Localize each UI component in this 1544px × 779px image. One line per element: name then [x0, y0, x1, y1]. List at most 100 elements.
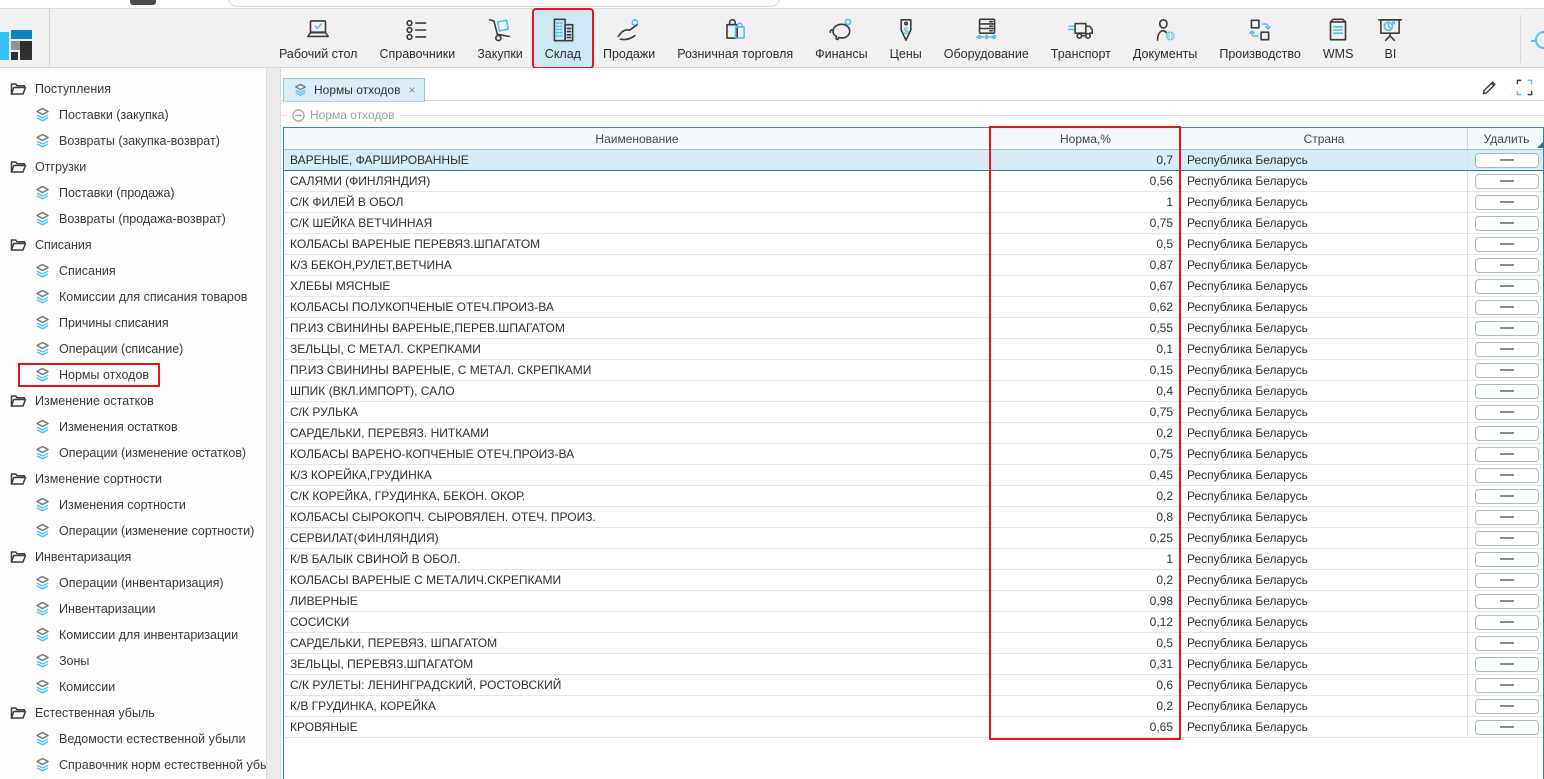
collapse-minus-icon[interactable] [292, 109, 305, 122]
ХЛЕБЫ МЯСНЫЕ[interactable]: ХЛЕБЫ МЯСНЫЕ 0,67 Республика Беларусь [284, 276, 1543, 297]
ВАРЕНЫЕ, ФАРШИРОВАННЫЕ[interactable]: ВАРЕНЫЕ, ФАРШИРОВАННЫЕ 0,7 Республика Бе… [284, 150, 1543, 171]
delete-row-button[interactable] [1475, 510, 1539, 525]
nav-purchases[interactable]: Закупки [466, 10, 534, 67]
К/В БАЛЫК СВИНОЙ В ОБОЛ.[interactable]: К/В БАЛЫК СВИНОЙ В ОБОЛ. 1 Республика Бе… [284, 549, 1543, 570]
delete-row-button[interactable] [1475, 195, 1539, 210]
nav-sales[interactable]: Продажи [592, 10, 666, 67]
sidebar-group-postupleniya[interactable]: Поступления [0, 76, 266, 102]
delete-row-button[interactable] [1475, 594, 1539, 609]
ЛИВЕРНЫЕ[interactable]: ЛИВЕРНЫЕ 0,98 Республика Беларусь [284, 591, 1543, 612]
С/К РУЛЕТЫ: ЛЕНИНГРАДСКИЙ, РОСТОВСКИЙ[interactable]: С/К РУЛЕТЫ: ЛЕНИНГРАДСКИЙ, РОСТОВСКИЙ 0,… [284, 675, 1543, 696]
nav-warehouse[interactable]: Склад [534, 10, 592, 67]
sidebar-group-estestvennaya-ubyl[interactable]: Естественная убыль [0, 700, 266, 726]
delete-row-button[interactable] [1475, 342, 1539, 357]
assistant-partial-icon[interactable] [1535, 31, 1544, 49]
ШПИК (ВКЛ.ИМПОРТ), САЛО[interactable]: ШПИК (ВКЛ.ИМПОРТ), САЛО 0,4 Республика Б… [284, 381, 1543, 402]
delete-row-button[interactable] [1475, 489, 1539, 504]
column-header-name[interactable]: Наименование [284, 128, 991, 149]
КОЛБАСЫ ПОЛУКОПЧЕНЫЕ ОТЕЧ.ПРОИЗ-ВА[interactable]: КОЛБАСЫ ПОЛУКОПЧЕНЫЕ ОТЕЧ.ПРОИЗ-ВА 0,62 … [284, 297, 1543, 318]
К/З БЕКОН,РУЛЕТ,ВЕТЧИНА[interactable]: К/З БЕКОН,РУЛЕТ,ВЕТЧИНА 0,87 Республика … [284, 255, 1543, 276]
С/К ШЕЙКА ВЕТЧИННАЯ[interactable]: С/К ШЕЙКА ВЕТЧИННАЯ 0,75 Республика Бела… [284, 213, 1543, 234]
sidebar-item-komissii-spisaniya[interactable]: Комиссии для списания товаров [0, 284, 266, 310]
sidebar-group-otgruzki[interactable]: Отгрузки [0, 154, 266, 180]
sidebar-group-inventarizaciya[interactable]: Инвентаризация [0, 544, 266, 570]
nav-production[interactable]: Производство [1208, 10, 1312, 67]
nav-finance[interactable]: Финансы [804, 10, 878, 67]
nav-directories[interactable]: Справочники [368, 10, 466, 67]
sidebar-splitter[interactable] [266, 68, 281, 779]
КОЛБАСЫ ВАРЕНО-КОПЧЕНЫЕ ОТЕЧ.ПРОИЗ-ВА[interactable]: КОЛБАСЫ ВАРЕНО-КОПЧЕНЫЕ ОТЕЧ.ПРОИЗ-ВА 0,… [284, 444, 1543, 465]
column-header-norm[interactable]: Норма,% [991, 128, 1181, 149]
delete-row-button[interactable] [1475, 720, 1539, 735]
КОЛБАСЫ СЫРОКОПЧ. СЫРОВЯЛЕН. ОТЕЧ. ПРОИЗ.[interactable]: КОЛБАСЫ СЫРОКОПЧ. СЫРОВЯЛЕН. ОТЕЧ. ПРОИЗ… [284, 507, 1543, 528]
delete-row-button[interactable] [1475, 384, 1539, 399]
nav-wms[interactable]: WMS [1312, 10, 1365, 67]
delete-row-button[interactable] [1475, 426, 1539, 441]
С/К ФИЛЕЙ В ОБОЛ[interactable]: С/К ФИЛЕЙ В ОБОЛ 1 Республика Беларусь [284, 192, 1543, 213]
С/К КОРЕЙКА, ГРУДИНКА, БЕКОН. ОКОР.[interactable]: С/К КОРЕЙКА, ГРУДИНКА, БЕКОН. ОКОР. 0,2 … [284, 486, 1543, 507]
delete-row-button[interactable] [1475, 258, 1539, 273]
delete-row-button[interactable] [1475, 447, 1539, 462]
sidebar-item-izmeneniya-sortnosti[interactable]: Изменения сортности [0, 492, 266, 518]
delete-row-button[interactable] [1475, 321, 1539, 336]
edit-pencil-icon[interactable] [1480, 78, 1499, 97]
С/К РУЛЬКА[interactable]: С/К РУЛЬКА 0,75 Республика Беларусь [284, 402, 1543, 423]
САЛЯМИ (ФИНЛЯНДИЯ)[interactable]: САЛЯМИ (ФИНЛЯНДИЯ) 0,56 Республика Белар… [284, 171, 1543, 192]
nav-transport[interactable]: Транспорт [1040, 10, 1122, 67]
sidebar-item-izmeneniya-ostatkov[interactable]: Изменения остатков [0, 414, 266, 440]
delete-row-button[interactable] [1475, 468, 1539, 483]
ЗЕЛЬЦЫ, С МЕТАЛ. СКРЕПКАМИ[interactable]: ЗЕЛЬЦЫ, С МЕТАЛ. СКРЕПКАМИ 0,1 Республик… [284, 339, 1543, 360]
СЕРВИЛАТ(ФИНЛЯНДИЯ)[interactable]: СЕРВИЛАТ(ФИНЛЯНДИЯ) 0,25 Республика Бела… [284, 528, 1543, 549]
СОСИСКИ[interactable]: СОСИСКИ 0,12 Республика Беларусь [284, 612, 1543, 633]
sidebar-item-komissii[interactable]: Комиссии [0, 674, 266, 700]
delete-row-button[interactable] [1475, 216, 1539, 231]
sidebar-item-komissii-inventarizacii[interactable]: Комиссии для инвентаризации [0, 622, 266, 648]
ПР.ИЗ СВИНИНЫ ВАРЕНЫЕ,ПЕРЕВ.ШПАГАТОМ[interactable]: ПР.ИЗ СВИНИНЫ ВАРЕНЫЕ,ПЕРЕВ.ШПАГАТОМ 0,5… [284, 318, 1543, 339]
sidebar-item-operacii-spisanie[interactable]: Операции (списание) [0, 336, 266, 362]
delete-row-button[interactable] [1475, 678, 1539, 693]
sidebar-item-normy-othodov[interactable]: Нормы отходов [0, 362, 266, 388]
ПР.ИЗ СВИНИНЫ ВАРЕНЫЕ, С МЕТАЛ. СКРЕПКАМИ[interactable]: ПР.ИЗ СВИНИНЫ ВАРЕНЫЕ, С МЕТАЛ. СКРЕПКАМ… [284, 360, 1543, 381]
sidebar-item-operacii-inventarizaciya[interactable]: Операции (инвентаризация) [0, 570, 266, 596]
tab-close-icon[interactable]: × [408, 83, 415, 97]
sidebar-item-postavki-prodazha[interactable]: Поставки (продажа) [0, 180, 266, 206]
sidebar-item-spisaniya[interactable]: Списания [0, 258, 266, 284]
КРОВЯНЫЕ[interactable]: КРОВЯНЫЕ 0,65 Республика Беларусь [284, 717, 1543, 738]
САРДЕЛЬКИ, ПЕРЕВЯЗ. НИТКАМИ[interactable]: САРДЕЛЬКИ, ПЕРЕВЯЗ. НИТКАМИ 0,2 Республи… [284, 423, 1543, 444]
sidebar-item-operacii-sortnost[interactable]: Операции (изменение сортности) [0, 518, 266, 544]
delete-row-button[interactable] [1475, 552, 1539, 567]
maximize-icon[interactable] [1515, 78, 1534, 97]
delete-row-button[interactable] [1475, 405, 1539, 420]
sidebar-item-zony[interactable]: Зоны [0, 648, 266, 674]
sidebar-item-vedomosti-ubyli[interactable]: Ведомости естественной убыли [0, 726, 266, 752]
КОЛБАСЫ ВАРЕНЫЕ ПЕРЕВЯЗ.ШПАГАТОМ[interactable]: КОЛБАСЫ ВАРЕНЫЕ ПЕРЕВЯЗ.ШПАГАТОМ 0,5 Рес… [284, 234, 1543, 255]
delete-row-button[interactable] [1475, 531, 1539, 546]
sidebar-item-spravochnik-norm-ubyli[interactable]: Справочник норм естественной убыли [0, 752, 266, 778]
sidebar-item-inventarizacii[interactable]: Инвентаризации [0, 596, 266, 622]
САРДЕЛЬКИ, ПЕРЕВЯЗ. ШПАГАТОМ[interactable]: САРДЕЛЬКИ, ПЕРЕВЯЗ. ШПАГАТОМ 0,5 Республ… [284, 633, 1543, 654]
delete-row-button[interactable] [1475, 279, 1539, 294]
sidebar-item-operacii-ostatki[interactable]: Операции (изменение остатков) [0, 440, 266, 466]
К/З КОРЕЙКА,ГРУДИНКА[interactable]: К/З КОРЕЙКА,ГРУДИНКА 0,45 Республика Бел… [284, 465, 1543, 486]
nav-desktop[interactable]: Рабочий стол [268, 10, 368, 67]
sidebar-group-izmenenie-ostatkov[interactable]: Изменение остатков [0, 388, 266, 414]
column-header-country[interactable]: Страна [1181, 128, 1468, 149]
sidebar-group-spisaniya[interactable]: Списания [0, 232, 266, 258]
nav-retail[interactable]: Розничная торговля [666, 10, 804, 67]
tab-normy-othodov[interactable]: Нормы отходов × [283, 78, 425, 102]
delete-row-button[interactable] [1475, 657, 1539, 672]
nav-equipment[interactable]: Оборудование [933, 10, 1040, 67]
delete-row-button[interactable] [1475, 636, 1539, 651]
КОЛБАСЫ ВАРЕНЫЕ С МЕТАЛИЧ.СКРЕПКАМИ[interactable]: КОЛБАСЫ ВАРЕНЫЕ С МЕТАЛИЧ.СКРЕПКАМИ 0,2 … [284, 570, 1543, 591]
delete-row-button[interactable] [1475, 237, 1539, 252]
column-header-delete[interactable]: Удалить [1468, 128, 1544, 149]
sidebar-item-vozvraty-prodazha[interactable]: Возвраты (продажа-возврат) [0, 206, 266, 232]
К/В ГРУДИНКА, КОРЕЙКА[interactable]: К/В ГРУДИНКА, КОРЕЙКА 0,2 Республика Бел… [284, 696, 1543, 717]
delete-row-button[interactable] [1475, 153, 1539, 168]
nav-documents[interactable]: Документы [1122, 10, 1208, 67]
sidebar-item-postavki-zakupka[interactable]: Поставки (закупка) [0, 102, 266, 128]
delete-row-button[interactable] [1475, 300, 1539, 315]
sidebar-item-vozvraty-zakupka[interactable]: Возвраты (закупка-возврат) [0, 128, 266, 154]
sidebar-group-izmenenie-sortnosti[interactable]: Изменение сортности [0, 466, 266, 492]
delete-row-button[interactable] [1475, 615, 1539, 630]
